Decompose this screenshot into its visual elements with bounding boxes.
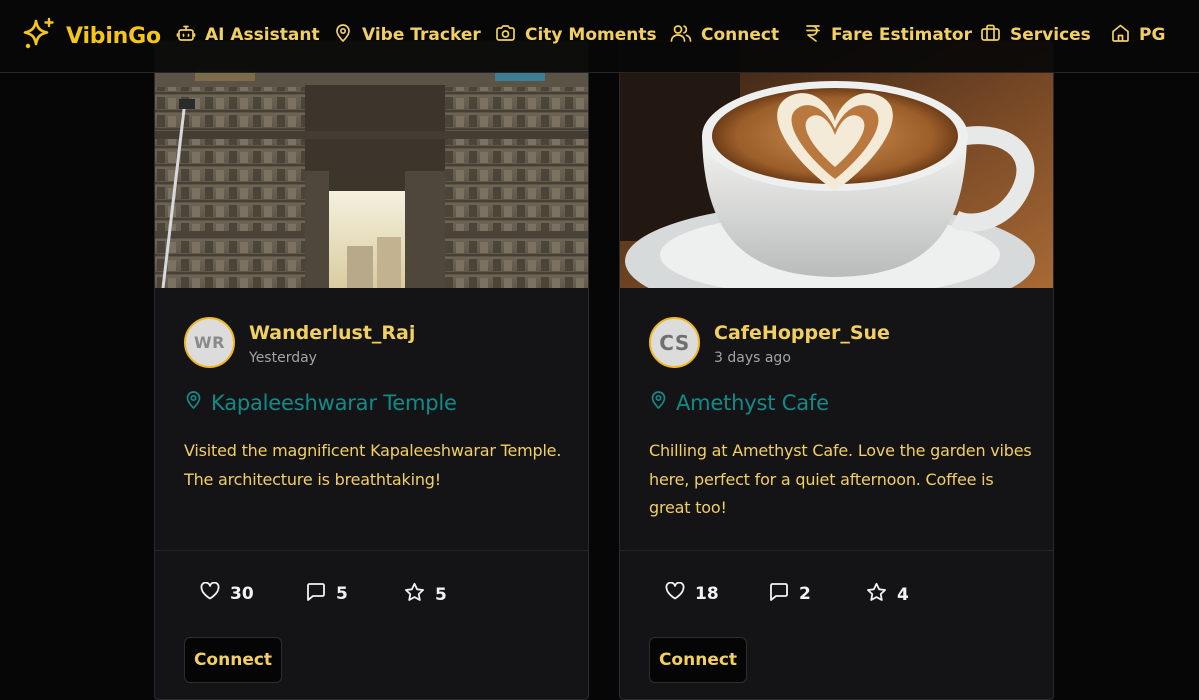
comment-count: 5: [336, 584, 348, 604]
briefcase-icon: [980, 23, 1001, 48]
comment-icon: [306, 582, 326, 606]
like-count: 18: [695, 583, 719, 604]
username[interactable]: CafeHopper_Sue: [714, 322, 890, 344]
post-description: Chilling at Amethyst Cafe. Love the gard…: [649, 441, 1032, 517]
home-icon: [1111, 23, 1130, 48]
nav-ai-assistant[interactable]: AI Assistant: [176, 23, 320, 47]
nav-label: Services: [1010, 25, 1091, 45]
moment-card: CS CafeHopper_Sue 3 days ago Amethyst Ca…: [619, 40, 1054, 700]
brand-name: VibinGo: [66, 23, 161, 49]
nav-label: City Moments: [525, 25, 657, 45]
comment-button[interactable]: 2: [769, 582, 811, 606]
sparkles-icon: [22, 17, 56, 55]
timestamp: Yesterday: [249, 350, 317, 366]
latte-art-coffee-photo[interactable]: [620, 41, 1053, 288]
nav-connect[interactable]: Connect: [670, 23, 779, 47]
temple-gopuram-photo[interactable]: [155, 41, 588, 288]
avatar[interactable]: CS: [649, 317, 700, 368]
post-description: Visited the magnificent Kapaleeshwarar T…: [184, 441, 562, 489]
heart-icon: [665, 581, 685, 605]
robot-icon: [176, 23, 196, 48]
avatar[interactable]: WR: [184, 317, 235, 368]
star-icon: [866, 582, 887, 607]
users-icon: [670, 23, 692, 48]
star-button[interactable]: 5: [404, 582, 447, 607]
rupee-icon: [804, 23, 822, 48]
nav-label: Vibe Tracker: [362, 25, 481, 45]
star-count: 5: [435, 584, 447, 605]
camera-icon: [495, 23, 516, 48]
like-button[interactable]: 18: [665, 581, 719, 605]
nav-label: Fare Estimator: [831, 25, 972, 45]
nav-fare-estimator[interactable]: Fare Estimator: [804, 23, 972, 47]
map-pin-icon: [650, 390, 667, 415]
location-name: Amethyst Cafe: [676, 390, 829, 415]
star-icon: [404, 582, 425, 607]
connect-button[interactable]: Connect: [649, 637, 747, 683]
location-name: Kapaleeshwarar Temple: [211, 390, 457, 415]
location-link[interactable]: Kapaleeshwarar Temple: [185, 390, 457, 415]
like-button[interactable]: 30: [200, 581, 254, 605]
location-link[interactable]: Amethyst Cafe: [650, 390, 829, 415]
comment-icon: [769, 582, 789, 606]
username[interactable]: Wanderlust_Raj: [249, 322, 415, 344]
map-pin-icon: [185, 390, 202, 415]
nav-label: AI Assistant: [205, 25, 320, 45]
star-count: 4: [897, 584, 909, 605]
nav-services[interactable]: Services: [980, 23, 1091, 47]
nav-label: PG: [1139, 25, 1166, 45]
divider: [155, 550, 588, 551]
heart-icon: [200, 581, 220, 605]
brand-logo[interactable]: VibinGo: [22, 17, 161, 55]
moment-card: WR Wanderlust_Raj Yesterday Kapaleeshwar…: [154, 40, 589, 700]
nav-city-moments[interactable]: City Moments: [495, 23, 657, 47]
timestamp: 3 days ago: [714, 350, 791, 366]
nav-label: Connect: [701, 25, 780, 45]
star-button[interactable]: 4: [866, 582, 909, 607]
nav-pg[interactable]: PG: [1111, 23, 1165, 47]
nav-vibe-tracker[interactable]: Vibe Tracker: [333, 23, 481, 47]
like-count: 30: [230, 583, 254, 604]
comment-button[interactable]: 5: [306, 582, 348, 606]
comment-count: 2: [799, 584, 811, 604]
top-navbar: VibinGo AI Assistant Vibe Tracker City M…: [0, 0, 1199, 73]
map-pin-icon: [333, 23, 353, 48]
connect-button[interactable]: Connect: [184, 637, 282, 683]
divider: [620, 550, 1053, 551]
